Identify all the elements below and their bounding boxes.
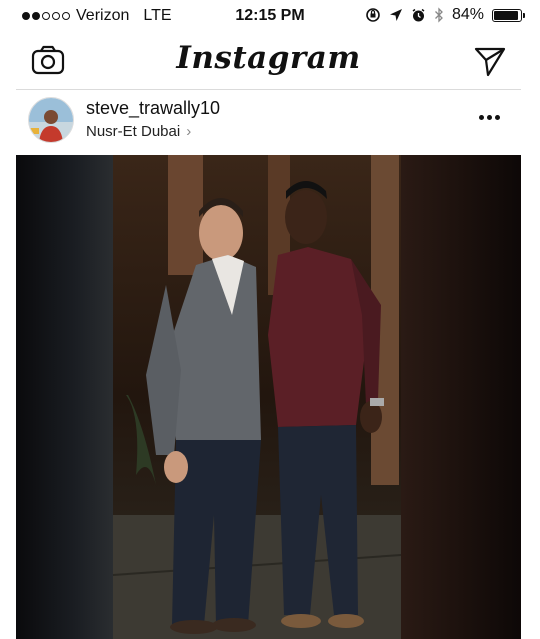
battery-fill (494, 10, 518, 20)
status-right: 84% (365, 6, 525, 24)
post-photo-image (16, 155, 521, 639)
direct-send-icon[interactable] (473, 44, 507, 78)
alarm-clock-icon (412, 8, 425, 21)
chevron-right-icon: › (186, 123, 192, 140)
bluetooth-icon (435, 7, 443, 23)
post-username[interactable]: steve_trawally10 (86, 98, 220, 119)
post-photo[interactable] (16, 155, 521, 639)
avatar[interactable] (28, 97, 74, 143)
battery-percent: 84% (451, 6, 484, 23)
post-location-label[interactable]: Nusr-Et Dubai (86, 123, 180, 140)
post-header: steve_trawally10 Nusr-Et Dubai › (16, 90, 521, 154)
battery-icon (492, 8, 525, 22)
status-bar: Verizon LTE 12:15 PM 84% (0, 0, 540, 34)
app-logo: Instagram (176, 40, 361, 76)
post-location[interactable]: Nusr-Et Dubai › (86, 123, 191, 140)
screen-rotation-lock-icon (366, 8, 380, 22)
app-header: Instagram (16, 34, 521, 90)
location-arrow-icon (389, 9, 402, 21)
more-options-icon[interactable] (479, 112, 503, 122)
